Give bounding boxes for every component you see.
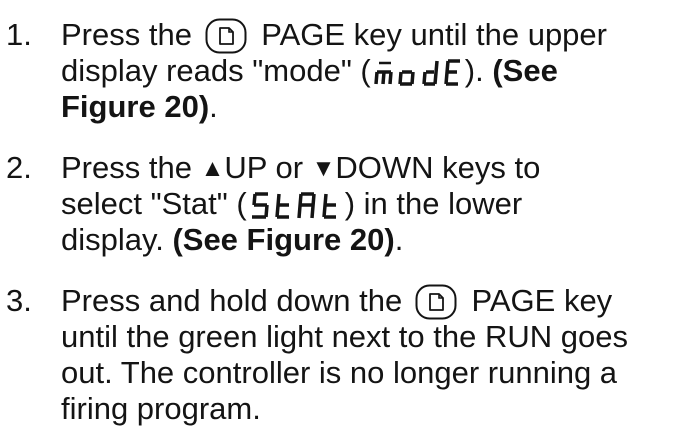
step-line: firing program. xyxy=(61,391,261,426)
step-line: until the green light next to the RUN go… xyxy=(61,319,628,354)
mode-lcd-icon xyxy=(373,58,463,88)
step-text: Press the PAGE key until the upper displ… xyxy=(61,17,671,125)
step-line: Press and hold down the PAGE key xyxy=(61,283,613,320)
up-triangle-icon: ▲ xyxy=(200,155,225,182)
page-key-icon xyxy=(415,284,457,320)
step-number: 1. xyxy=(6,17,32,52)
step-text: Press and hold down the PAGE key until t… xyxy=(61,283,671,427)
stat-lcd-icon xyxy=(249,191,343,221)
step-line: display reads "mode" (). (See xyxy=(61,53,558,88)
down-triangle-icon: ▼ xyxy=(311,155,336,182)
step-line: Press the PAGE key until the upper xyxy=(61,17,607,54)
step-line: out. The controller is no longer running… xyxy=(61,355,618,390)
page-key-icon xyxy=(205,18,247,54)
step-line: Press the ▲UP or ▼DOWN keys to xyxy=(61,150,541,185)
step-line: Figure 20). xyxy=(61,89,218,124)
step-line: display. (See Figure 20). xyxy=(61,222,404,257)
step-line: select "Stat" () in the lower xyxy=(61,186,523,221)
step-number: 3. xyxy=(6,283,32,318)
step-number: 2. xyxy=(6,150,32,185)
step-text: Press the ▲UP or ▼DOWN keys to select "S… xyxy=(61,150,671,258)
